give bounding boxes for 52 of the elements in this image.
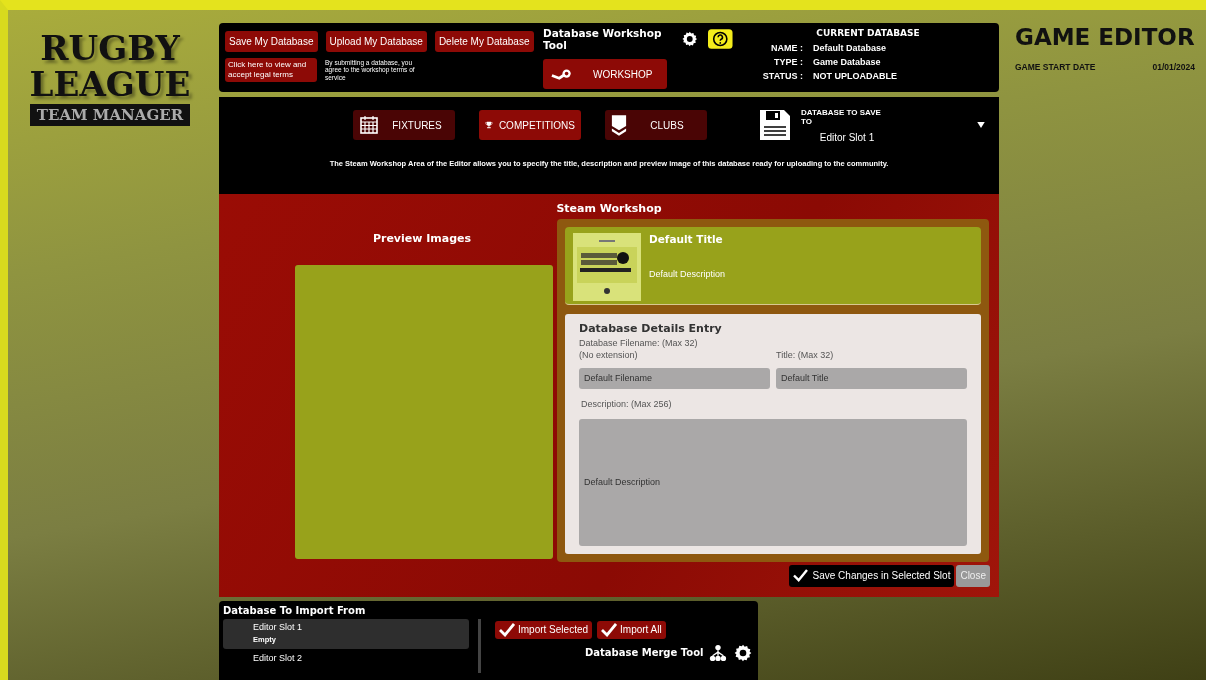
hierarchy-icon xyxy=(709,643,728,662)
date-label: GAME START DATE xyxy=(1015,62,1096,72)
logo-title: RUGBY xyxy=(40,30,180,66)
preview-heading: Preview Images xyxy=(372,232,472,245)
import-button[interactable]: Import Selected xyxy=(495,620,593,639)
calendar-icon xyxy=(359,115,379,136)
shield-icon xyxy=(611,114,627,137)
toolbar-button[interactable]: Save My Database xyxy=(225,31,318,52)
workshop-button[interactable]: WORKSHOP xyxy=(543,59,667,89)
nav-button[interactable]: CLUBS xyxy=(605,110,707,141)
card-description: Default Description xyxy=(649,269,726,279)
save-slot-dropdown[interactable]: DATABASE TO SAVE TO Editor Slot 1 xyxy=(759,107,985,143)
import-heading: Database To Import From xyxy=(223,604,367,616)
checkmark-icon xyxy=(601,622,618,637)
gear-icon[interactable] xyxy=(680,29,699,49)
toolbar-button[interactable]: Upload My Database xyxy=(325,31,427,52)
page-title: GAME EDITOR xyxy=(1015,24,1196,50)
info-value: NOT UPLOADABLE xyxy=(813,71,897,81)
date-value: 01/01/2024 xyxy=(1152,62,1195,72)
toolbar-button[interactable]: Delete My Database xyxy=(434,31,534,52)
nav-button[interactable]: FIXTURES xyxy=(353,110,455,141)
form-heading: Database Details Entry xyxy=(579,322,723,335)
field-label: Title: (Max 32) xyxy=(776,349,835,361)
info-value: Default Database xyxy=(813,43,887,53)
nav-button[interactable]: COMPETITIONS xyxy=(479,110,581,141)
field-label: Description: (Max 256) xyxy=(581,398,673,410)
title-field[interactable]: Default Title xyxy=(776,368,967,389)
section-title: Steam Workshop xyxy=(555,202,663,215)
import-button[interactable]: Import All xyxy=(597,620,666,639)
help-icon[interactable] xyxy=(708,28,733,50)
caret-icon xyxy=(977,122,985,129)
info-label: TYPE : xyxy=(773,57,803,67)
gear-icon[interactable] xyxy=(733,642,754,663)
info-label: NAME : xyxy=(770,43,803,53)
card-title: Default Title xyxy=(649,233,724,245)
tool-title: Database Workshop Tool xyxy=(543,27,663,51)
save-changes-button[interactable]: Save Changes in Selected Slot xyxy=(788,565,955,587)
field-note: (No extension) xyxy=(579,349,639,361)
logo-title: LEAGUE xyxy=(29,66,191,102)
filename-field[interactable]: Default Filename xyxy=(579,368,770,389)
logo-subtitle: TEAM MANAGER xyxy=(29,104,191,126)
info-value: Game Database xyxy=(813,57,881,67)
slot-item[interactable]: Editor Slot 2 xyxy=(223,649,469,680)
description-field[interactable]: Default Description xyxy=(579,419,967,546)
checkmark-icon xyxy=(792,569,808,583)
field-label: Database Filename: (Max 32) xyxy=(579,337,699,349)
scrollbar[interactable] xyxy=(478,618,481,673)
current-database-heading: CURRENT DATABASE xyxy=(815,28,921,38)
tool-title: Database Merge Tool xyxy=(585,647,704,658)
legal-terms-button[interactable]: Click here to view and accept legal terms xyxy=(225,58,317,82)
checkmark-icon xyxy=(499,622,515,637)
info-label: STATUS : xyxy=(761,71,803,81)
